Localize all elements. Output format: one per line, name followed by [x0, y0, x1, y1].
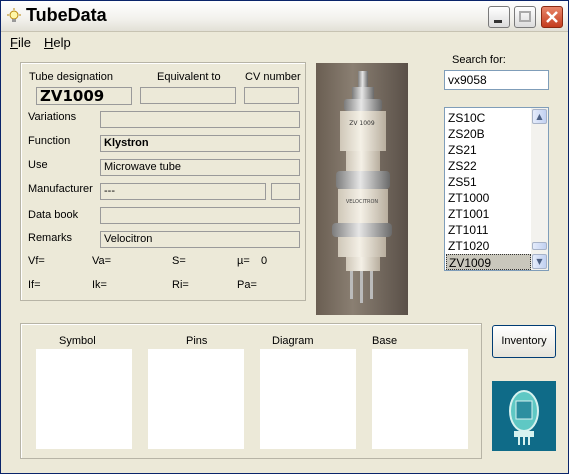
maximize-button[interactable] — [514, 6, 536, 28]
title-bar[interactable]: TubeData — [1, 1, 568, 32]
function-field[interactable]: Klystron — [100, 135, 300, 152]
param-vf: Vf= — [28, 255, 45, 267]
param-if: If= — [28, 279, 41, 291]
param-ik: Ik= — [92, 279, 107, 291]
search-label: Search for: — [452, 54, 506, 66]
variations-label: Variations — [28, 111, 77, 123]
manufacturer-label: Manufacturer — [28, 183, 93, 195]
list-item[interactable]: ZS51 — [446, 174, 533, 190]
menu-file[interactable]: File — [10, 35, 31, 50]
photo-label-middle: VELOCITRON — [346, 199, 379, 205]
param-mu: µ= — [237, 255, 250, 267]
pins-label: Pins — [186, 335, 208, 347]
list-item[interactable]: ZS22 — [446, 158, 533, 174]
minimize-button[interactable] — [488, 6, 510, 28]
symbol-box — [36, 349, 132, 449]
param-va: Va= — [92, 255, 112, 267]
param-ri: Ri= — [172, 279, 189, 291]
use-label: Use — [28, 159, 48, 171]
cv-number-field[interactable] — [244, 87, 299, 104]
pins-box — [148, 349, 244, 449]
inventory-button[interactable]: Inventory — [492, 325, 556, 358]
symbol-label: Symbol — [59, 335, 96, 347]
scroll-thumb[interactable] — [532, 242, 547, 250]
databook-field[interactable] — [100, 207, 300, 224]
minimize-icon — [494, 20, 502, 23]
base-label: Base — [372, 335, 398, 347]
list-item[interactable]: ZT1001 — [446, 206, 533, 222]
equivalent-field[interactable] — [140, 87, 236, 104]
variations-field[interactable] — [100, 111, 300, 128]
cv-number-label: CV number — [245, 71, 301, 83]
list-item[interactable]: ZS21 — [446, 142, 533, 158]
tube-designation-label: Tube designation — [29, 71, 113, 83]
base-box — [372, 349, 468, 449]
remarks-field[interactable]: Velocitron — [100, 231, 300, 248]
remarks-label: Remarks — [28, 232, 73, 244]
param-s: S= — [172, 255, 186, 267]
param-pa: Pa= — [237, 279, 257, 291]
tube-photo: ZV 1009 VELOCITRON — [316, 63, 408, 315]
manufacturer-field[interactable]: --- — [100, 183, 266, 200]
function-label: Function — [28, 135, 71, 147]
lightbulb-icon — [7, 8, 21, 22]
manufacturer-code-field[interactable] — [271, 183, 300, 200]
equivalent-label: Equivalent to — [157, 71, 221, 83]
list-item[interactable]: ZT1000 — [446, 190, 533, 206]
window-title: TubeData — [26, 5, 107, 25]
databook-label: Data book — [28, 209, 79, 221]
close-button[interactable] — [541, 6, 563, 28]
list-item-selected[interactable]: ZV1009 — [446, 254, 531, 270]
list-item[interactable]: ZT1020 — [446, 238, 533, 254]
designation-field[interactable]: ZV1009 — [36, 87, 132, 105]
vacuum-tube-logo-icon — [492, 381, 556, 451]
chevron-up-icon: ▲ — [536, 112, 543, 121]
scroll-down-button[interactable]: ▼ — [532, 254, 547, 269]
list-item[interactable]: ZT1011 — [446, 222, 533, 238]
chevron-down-icon: ▼ — [536, 257, 543, 266]
photo-label-top: ZV 1009 — [349, 120, 375, 127]
app-logo — [492, 381, 556, 451]
close-icon — [546, 11, 558, 23]
param-mu-value: 0 — [261, 255, 268, 267]
menu-help[interactable]: Help — [44, 35, 71, 50]
scroll-up-button[interactable]: ▲ — [532, 109, 547, 124]
tube-listbox[interactable]: ZS10C ZS20B ZS21 ZS22 ZS51 ZT1000 ZT1001… — [444, 107, 549, 271]
menu-bar: File Help — [1, 32, 568, 54]
diagram-label: Diagram — [272, 335, 314, 347]
app-window: TubeData File Help Tube designation Equi… — [0, 0, 569, 474]
use-field[interactable]: Microwave tube — [100, 159, 300, 176]
diagram-box — [260, 349, 356, 449]
list-scrollbar[interactable]: ▲ ▼ — [531, 108, 548, 270]
list-item[interactable]: ZS10C — [446, 110, 533, 126]
maximize-icon — [519, 11, 531, 22]
list-item[interactable]: ZS20B — [446, 126, 533, 142]
search-input[interactable]: vx9058 — [444, 70, 549, 90]
